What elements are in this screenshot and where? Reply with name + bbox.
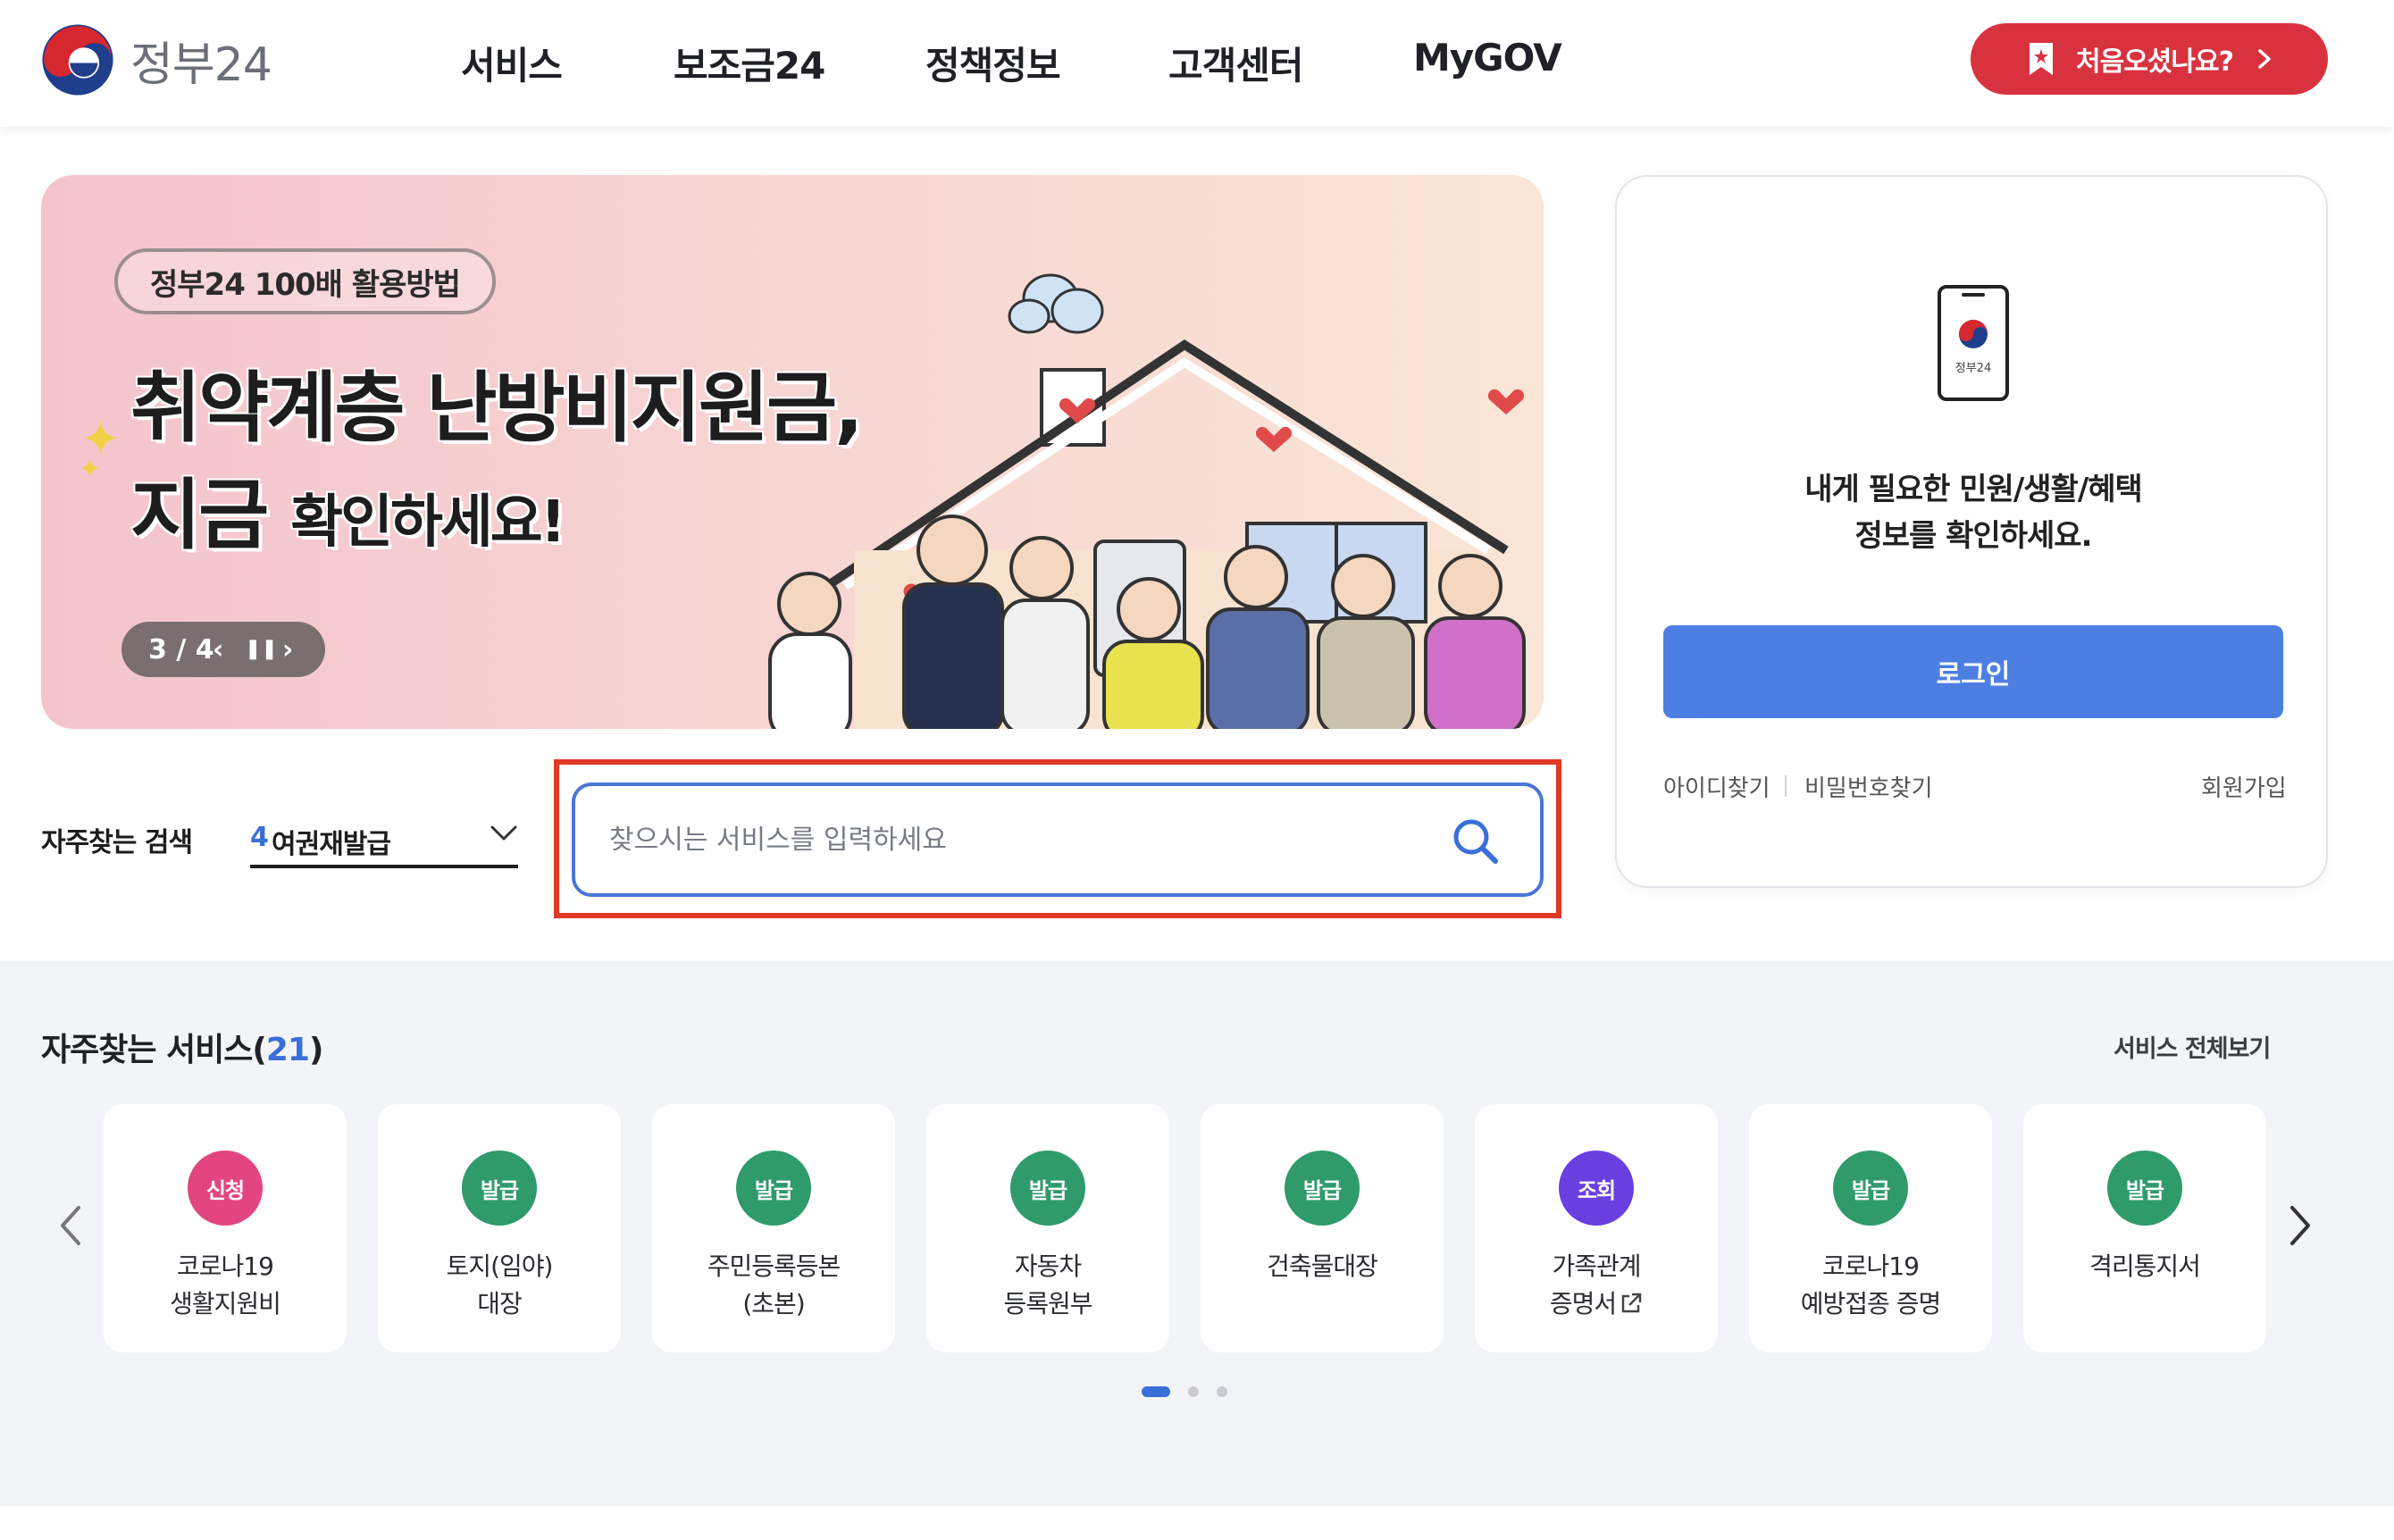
- sparkle-small-icon: ✦: [79, 454, 102, 485]
- service-card[interactable]: 발급 자동차 등록원부: [926, 1104, 1169, 1352]
- cloud-icon: [1008, 273, 1104, 334]
- service-card[interactable]: 조회 가족관계 증명서: [1475, 1104, 1718, 1352]
- banner-illustration: [768, 273, 1526, 729]
- link-divider: [1785, 775, 1787, 797]
- service-badge: 발급: [462, 1151, 537, 1226]
- carousel-prev-icon[interactable]: [57, 1204, 86, 1247]
- search-icon[interactable]: [1451, 816, 1499, 865]
- service-label-2: 증명서: [1549, 1289, 1617, 1318]
- hero-banner[interactable]: 정부24 100배 활용방법 ✦ ✦ 취약계층 난방비지원금, 지금 확인하세요…: [41, 175, 1544, 729]
- login-message-1: 내게 필요한 민원/생활/혜택: [1804, 472, 2143, 507]
- nav-policy-info[interactable]: 정책정보: [925, 36, 1061, 90]
- service-label-1: 가족관계: [1552, 1251, 1641, 1281]
- first-visit-button[interactable]: 처음오셨나요?: [1971, 23, 2328, 95]
- carousel-next-icon[interactable]: [2285, 1204, 2314, 1247]
- nav-services[interactable]: 서비스: [461, 36, 563, 90]
- service-card[interactable]: 발급 코로나19 예방접종 증명: [1749, 1104, 1992, 1352]
- find-id-link[interactable]: 아이디찾기: [1663, 770, 1770, 803]
- nav-subsidy24[interactable]: 보조금24: [674, 36, 825, 90]
- banner-pill: 정부24 100배 활용방법: [114, 248, 496, 314]
- logo-text: 정부24: [130, 38, 272, 92]
- banner-pager-text: 3 / 4: [148, 633, 214, 665]
- login-card: 정부24 내게 필요한 민원/생활/혜택 정보를 확인하세요. 로그인 아이디찾…: [1615, 175, 2328, 888]
- service-label-1: 토지(임야): [446, 1251, 554, 1281]
- first-visit-label: 처음오셨나요?: [2076, 46, 2234, 78]
- banner-pause-icon[interactable]: ❚❚: [245, 638, 278, 660]
- banner-prev-icon[interactable]: ‹: [213, 634, 223, 665]
- phone-label: 정부24: [1955, 362, 1991, 375]
- banner-headline-2-small: 확인하세요!: [290, 490, 566, 556]
- service-label-2-wrap: 증명서: [1475, 1285, 1718, 1320]
- service-label-1: 격리통지서: [2089, 1251, 2201, 1281]
- service-badge: 발급: [1833, 1151, 1908, 1226]
- taegeuk-logo-icon: [42, 24, 113, 96]
- service-card[interactable]: 발급 주민등록등본 (초본): [652, 1104, 895, 1352]
- service-label-2: 등록원부: [1003, 1289, 1092, 1318]
- external-link-icon: [1621, 1293, 1642, 1313]
- bookmark-icon: [2030, 43, 2053, 75]
- login-button[interactable]: 로그인: [1663, 625, 2283, 718]
- service-label-1: 주민등록등본: [707, 1251, 841, 1281]
- pagination-dot[interactable]: [1217, 1386, 1227, 1397]
- service-badge: 발급: [736, 1151, 811, 1226]
- service-badge: 발급: [1010, 1151, 1085, 1226]
- service-badge: 발급: [2107, 1151, 2182, 1226]
- site-header: 정부24 서비스 보조금24 정책정보 고객센터 MyGOV 처음오셨나요?: [0, 0, 2394, 127]
- service-label-1: 건축물대장: [1267, 1251, 1378, 1281]
- frequent-search-label: 자주찾는 검색: [41, 827, 193, 858]
- service-label-1: 코로나19: [177, 1251, 274, 1281]
- search-input[interactable]: [609, 813, 1413, 866]
- service-card[interactable]: 신청 코로나19 생활지원비: [104, 1104, 347, 1352]
- view-all-services-link[interactable]: 서비스 전체보기: [2114, 1029, 2271, 1064]
- service-label-2: 대장: [477, 1289, 523, 1318]
- services-title-text: 자주찾는 서비스: [41, 1032, 253, 1068]
- services-title: 자주찾는 서비스(21): [41, 1032, 323, 1068]
- service-badge: 신청: [188, 1151, 263, 1226]
- service-badge: 조회: [1559, 1151, 1634, 1226]
- pagination-dot-active[interactable]: [1142, 1386, 1170, 1397]
- service-label-2: (초본): [742, 1289, 805, 1318]
- frequent-search-dropdown[interactable]: 4 여권재발급: [250, 806, 518, 868]
- service-label-1: 자동차: [1014, 1251, 1082, 1281]
- service-card[interactable]: 발급 건축물대장: [1201, 1104, 1444, 1352]
- mobile-phone-icon: 정부24: [1938, 285, 2009, 401]
- service-card[interactable]: 발급 격리통지서: [2023, 1104, 2266, 1352]
- frequent-search-rank: 4: [250, 822, 269, 853]
- search-box: [572, 783, 1544, 897]
- nav-customer-center[interactable]: 고객센터: [1168, 36, 1304, 90]
- logo[interactable]: 정부24: [39, 21, 272, 98]
- service-card[interactable]: 발급 토지(임야) 대장: [378, 1104, 621, 1352]
- banner-pager: 3 / 4 ‹ ❚❚ ›: [121, 622, 325, 677]
- find-password-link[interactable]: 비밀번호찾기: [1804, 770, 1933, 803]
- banner-headline-2-big: 지금: [130, 471, 269, 560]
- chevron-right-icon: [2258, 49, 2271, 69]
- signup-link[interactable]: 회원가입: [2201, 770, 2287, 803]
- service-label-2: 예방접종 증명: [1800, 1289, 1941, 1318]
- login-message-2: 정보를 확인하세요.: [1854, 518, 2093, 554]
- banner-headline-2: 지금 확인하세요!: [130, 452, 566, 564]
- chevron-down-icon: [490, 825, 517, 841]
- service-label-2: 생활지원비: [170, 1289, 281, 1318]
- pagination-dot[interactable]: [1188, 1386, 1199, 1397]
- banner-next-icon[interactable]: ›: [282, 634, 293, 665]
- nav-mygov[interactable]: MyGOV: [1413, 36, 1562, 80]
- service-label-1: 코로나19: [1822, 1251, 1920, 1281]
- services-count: 21: [265, 1032, 310, 1068]
- frequent-search-term: 여권재발급: [272, 829, 391, 860]
- service-badge: 발급: [1285, 1151, 1360, 1226]
